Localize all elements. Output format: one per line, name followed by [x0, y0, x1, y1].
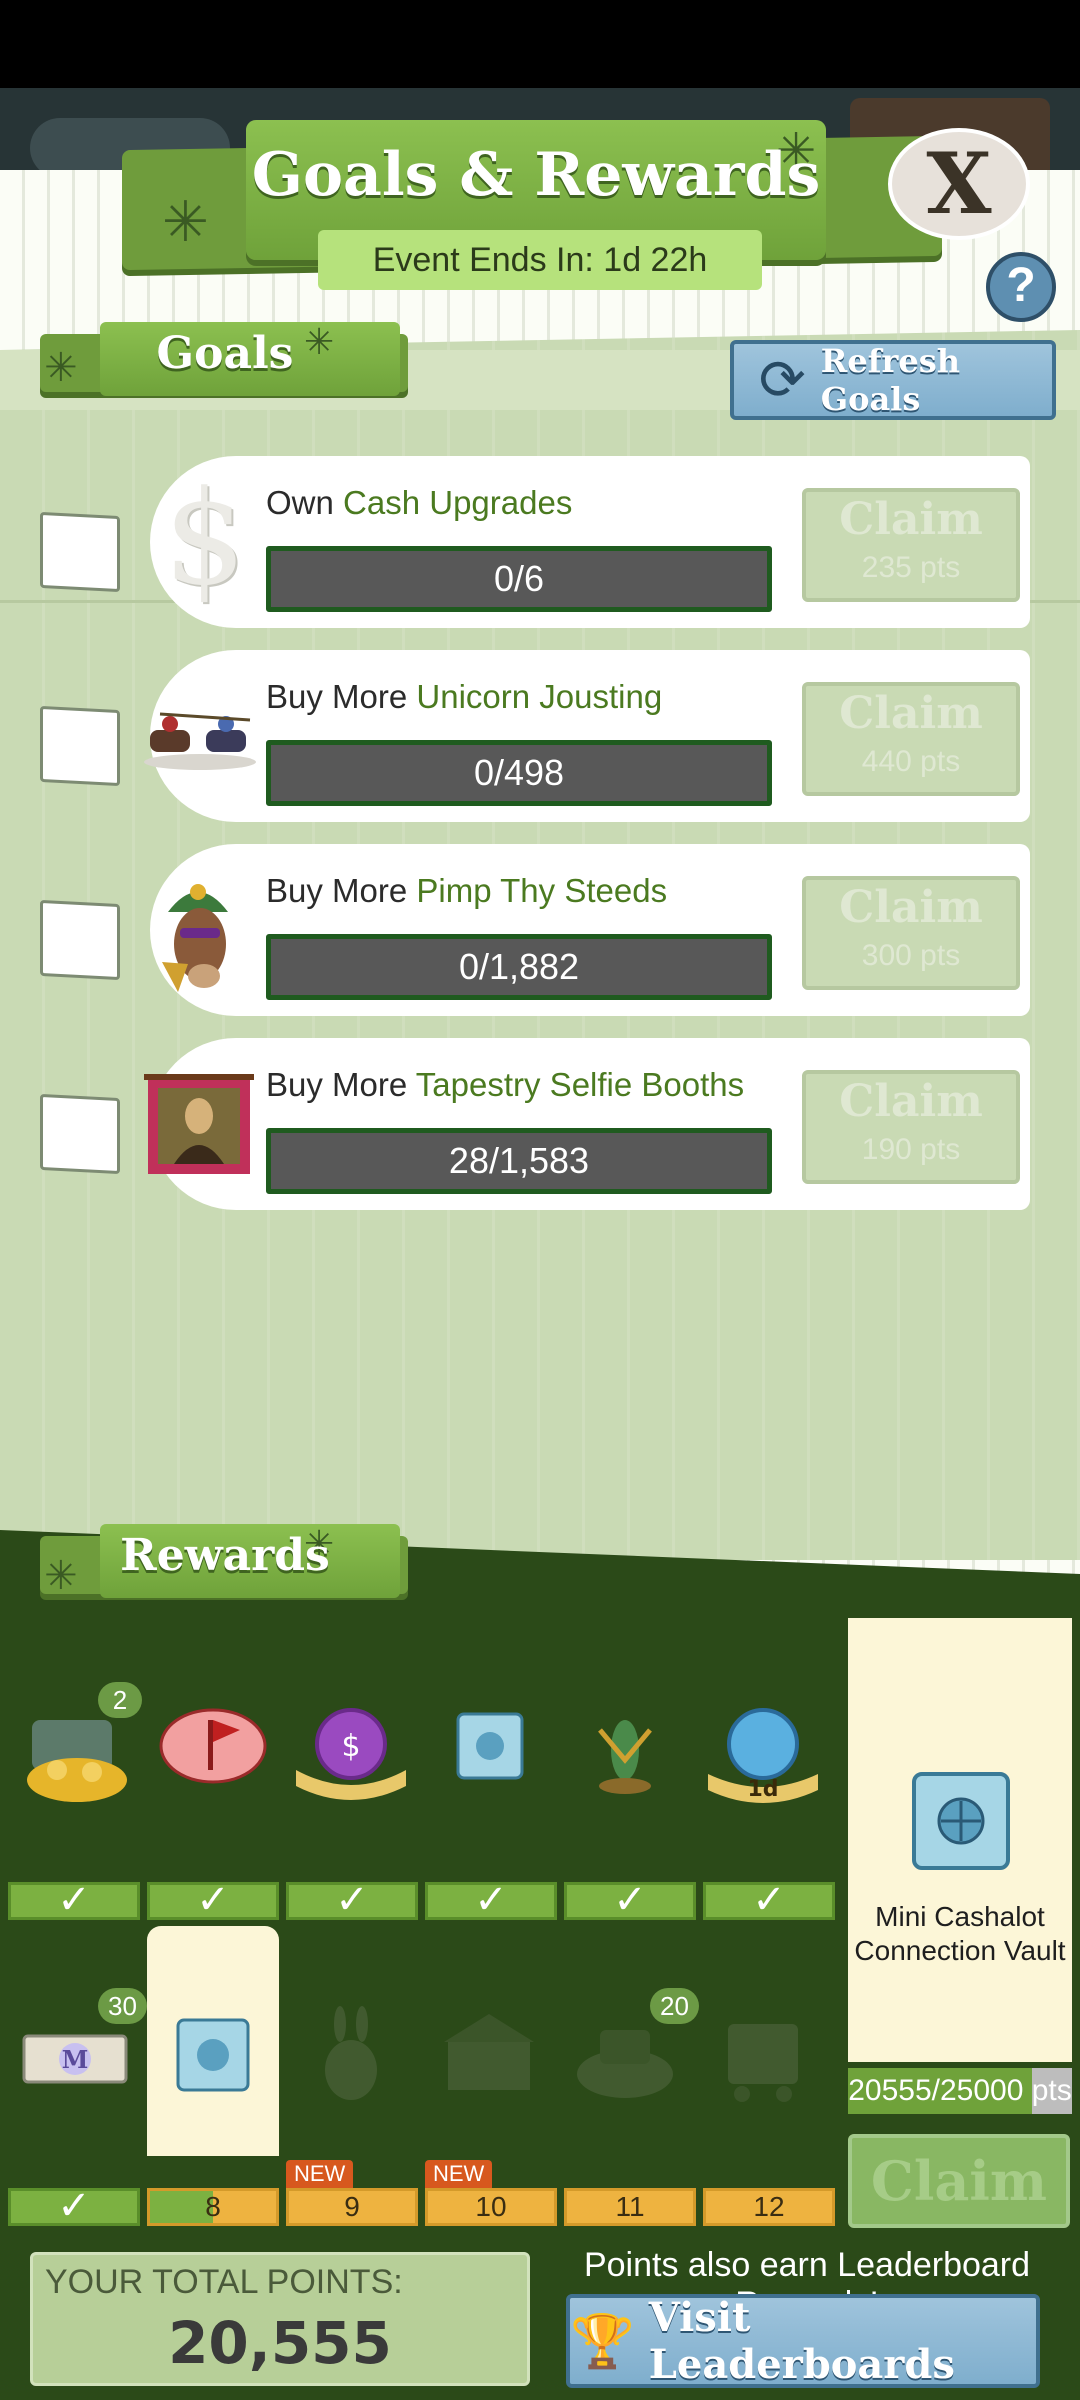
reward-step-11: 11	[564, 2188, 696, 2226]
reward-claimed-check: ✓	[425, 1880, 557, 1920]
claim-button[interactable]: Claim 235 pts	[802, 488, 1020, 602]
sparkle-icon: ✳	[44, 1554, 78, 1598]
trophy-icon: 🏆	[570, 2312, 635, 2371]
purple-timer-icon[interactable]: $	[286, 1690, 416, 1820]
claim-label: Claim	[839, 1076, 983, 1127]
vault-icon[interactable]	[148, 1990, 278, 2120]
serpent-lamp-icon[interactable]	[560, 1690, 690, 1820]
total-points-value: 20,555	[168, 2309, 392, 2377]
new-badge: NEW	[425, 2160, 493, 2188]
goal-progress-bar: 28/1,583	[266, 1128, 772, 1194]
sparkle-icon: ✳	[44, 346, 78, 390]
reward-step-12: 12	[703, 2188, 835, 2226]
claim-points: 300 pts	[861, 939, 961, 972]
goal-title: Own Cash Upgrades	[266, 484, 573, 521]
reward-step-8: 8	[147, 2188, 279, 2226]
goal-checkbox[interactable]	[40, 899, 120, 981]
claim-button[interactable]: Claim 440 pts	[802, 682, 1020, 796]
reward-step-9: 9	[286, 2188, 418, 2226]
svg-text:1d: 1d	[747, 1777, 778, 1802]
goal-title: Buy More Tapestry Selfie Booths	[266, 1066, 745, 1103]
sparkle-icon: ✳	[162, 190, 209, 253]
claim-button[interactable]: Claim 190 pts	[802, 1070, 1020, 1184]
reward-claimed-check: ✓	[8, 2186, 140, 2226]
status-bar	[0, 0, 1080, 88]
close-button[interactable]: X	[888, 128, 1030, 240]
refresh-goals-button[interactable]: ⟳ Refresh Goals	[730, 340, 1056, 420]
vault-points-progress: 20555/25000 pts	[848, 2068, 1072, 2114]
goal-title: Buy More Unicorn Jousting	[266, 678, 663, 715]
claim-points: 190 pts	[861, 1133, 961, 1166]
goal-progress-bar: 0/6	[266, 546, 772, 612]
reward-claimed-check: ✓	[147, 1880, 279, 1920]
reward-count-badge: 2	[98, 1682, 142, 1718]
unicorn-jousting-icon	[144, 712, 256, 770]
goal-progress-bar: 0/498	[266, 740, 772, 806]
decorated-horse-icon	[162, 884, 228, 992]
page-title: Goals & Rewards	[251, 140, 821, 210]
reward-count-badge: 30	[98, 1988, 147, 2024]
goal-progress-bar: 0/1,882	[266, 934, 772, 1000]
dollar-sign-icon: $	[163, 462, 247, 614]
svg-text:M: M	[62, 2045, 89, 2074]
rewards-tab-label: Rewards	[120, 1530, 330, 1581]
reward-count-badge: 20	[650, 1988, 699, 2024]
new-badge: NEW	[286, 2160, 354, 2188]
vault-icon	[912, 1772, 1010, 1870]
goal-title: Buy More Pimp Thy Steeds	[266, 872, 668, 909]
red-flag-icon[interactable]	[148, 1690, 278, 1820]
vault-points-text: 20555/25000 pts	[848, 2074, 1072, 2107]
refresh-icon: ⟳	[758, 348, 806, 411]
bunny-statue-icon[interactable]	[286, 1990, 416, 2120]
claim-points: 235 pts	[861, 551, 961, 584]
event-timer: Event Ends In: 1d 22h	[318, 230, 762, 290]
visit-leaderboards-label: Visit Leaderboards	[648, 2294, 955, 2388]
goal-checkbox[interactable]	[40, 1093, 120, 1175]
total-points-box: YOUR TOTAL POINTS: 20,555	[30, 2252, 530, 2386]
goal-checkbox[interactable]	[40, 705, 120, 787]
reward-claimed-check: ✓	[286, 1880, 418, 1920]
safe-cart-icon[interactable]	[698, 1990, 828, 2120]
visit-leaderboards-button[interactable]: 🏆 Visit Leaderboards	[566, 2294, 1040, 2388]
help-button[interactable]: ?	[986, 252, 1056, 322]
claim-label: Claim	[839, 688, 983, 739]
goal-checkbox[interactable]	[40, 511, 120, 593]
claim-points: 440 pts	[861, 745, 961, 778]
mona-lisa-tapestry-icon	[144, 1074, 254, 1174]
goals-tab-label: Goals	[156, 328, 294, 379]
refresh-goals-label: Refresh Goals	[820, 342, 960, 418]
reward-step-10: 10	[425, 2188, 557, 2226]
vault-icon[interactable]	[424, 1690, 554, 1820]
total-points-label: YOUR TOTAL POINTS:	[45, 2263, 403, 2301]
workshop-icon[interactable]	[424, 1990, 554, 2120]
vault-reward-name: Mini Cashalot Connection Vault	[854, 1901, 1066, 1966]
reward-claimed-check: ✓	[564, 1880, 696, 1920]
claim-label: Claim	[839, 882, 983, 933]
svg-text:$: $	[341, 1729, 360, 1764]
blue-timer-icon[interactable]: 1d	[698, 1690, 828, 1820]
vault-claim-button[interactable]: Claim	[848, 2134, 1070, 2228]
claim-button[interactable]: Claim 300 pts	[802, 876, 1020, 990]
reward-claimed-check: ✓	[703, 1880, 835, 1920]
claim-label: Claim	[839, 494, 983, 545]
reward-claimed-check: ✓	[8, 1880, 140, 1920]
